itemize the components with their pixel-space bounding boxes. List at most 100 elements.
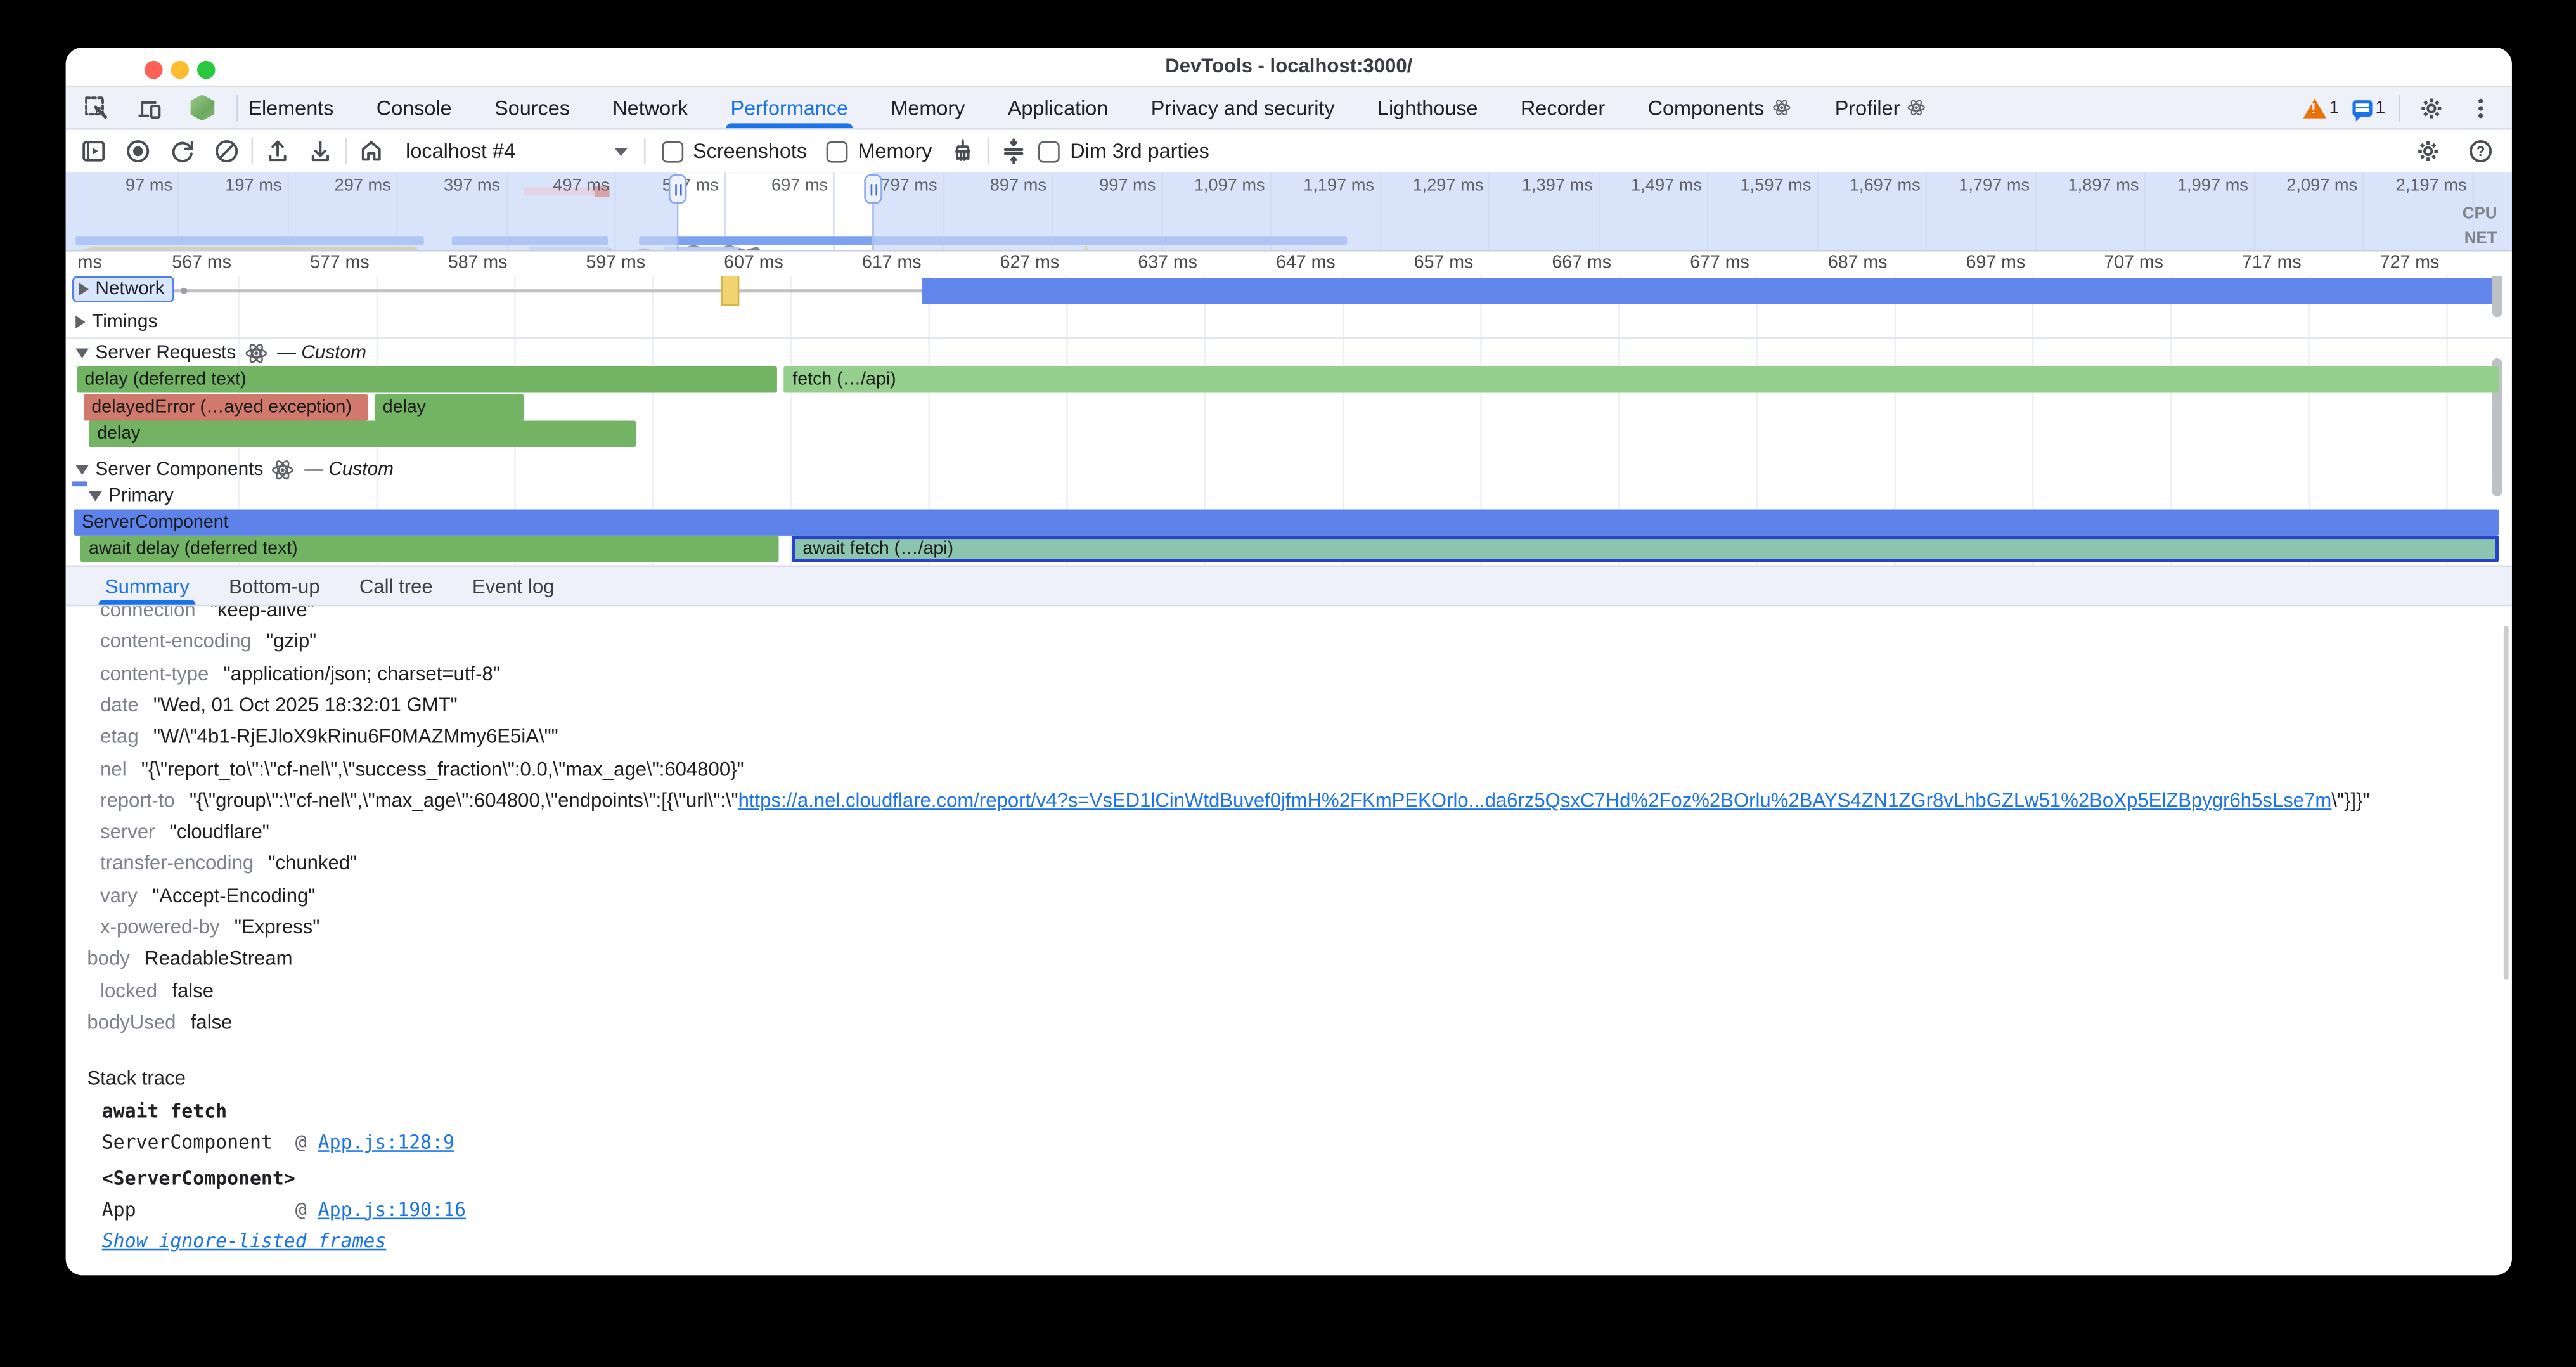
tab-profiler[interactable]: Profiler bbox=[1813, 87, 1949, 128]
flame-event[interactable]: ServerComponent bbox=[74, 509, 2499, 534]
details-tabbar: SummaryBottom-upCall treeEvent log bbox=[66, 566, 2512, 607]
tab-components[interactable]: Components bbox=[1626, 87, 1813, 128]
extension-icon[interactable] bbox=[184, 89, 220, 126]
tab-label: Performance bbox=[731, 96, 848, 119]
stack-frame-heading: await fetch bbox=[102, 1099, 227, 1122]
report-endpoint-link[interactable]: https://a.nel.cloudflare.com/report/v4?s… bbox=[738, 789, 2332, 812]
flame-scrollbar-thumb[interactable] bbox=[2492, 276, 2502, 317]
device-toolbar-icon[interactable] bbox=[131, 89, 167, 126]
flame-event[interactable]: delayedError (…ayed exception) bbox=[83, 394, 367, 420]
show-ignore-listed-frames-link[interactable]: Show ignore-listed frames bbox=[102, 1229, 387, 1252]
ruler-tick-label: 677 ms bbox=[1690, 253, 1756, 273]
tab-sources[interactable]: Sources bbox=[473, 87, 591, 128]
flame-event[interactable]: delay bbox=[89, 421, 635, 447]
server-requests-track-header[interactable]: Server Requests — Custom bbox=[75, 340, 366, 365]
selection-handle-line bbox=[677, 200, 679, 250]
header-key: vary bbox=[100, 884, 138, 907]
header-value: ReadableStream bbox=[145, 947, 292, 970]
settings-gear-icon[interactable] bbox=[2413, 89, 2449, 126]
header-key: content-encoding bbox=[100, 630, 252, 652]
selection-handle-left[interactable] bbox=[669, 174, 688, 204]
ruler-tick-label: 577 ms bbox=[310, 253, 376, 273]
tab-lighthouse[interactable]: Lighthouse bbox=[1356, 87, 1499, 128]
tab-memory[interactable]: Memory bbox=[870, 87, 986, 128]
react-atom-icon bbox=[1771, 97, 1793, 119]
inspect-element-icon[interactable] bbox=[79, 89, 115, 126]
warnings-badge[interactable]: 1 bbox=[2303, 98, 2339, 117]
screenshots-checkbox[interactable] bbox=[662, 141, 683, 162]
ruler-tick-label: 657 ms bbox=[1414, 253, 1480, 273]
frame-source-link[interactable]: App.js:190:16 bbox=[318, 1197, 466, 1220]
garbage-collect-icon[interactable] bbox=[945, 133, 981, 169]
primary-group-header[interactable]: Primary bbox=[89, 485, 174, 508]
record-and-reload-icon[interactable] bbox=[164, 133, 200, 169]
tab-elements[interactable]: Elements bbox=[227, 87, 355, 128]
overview-tick-label: 1,797 ms bbox=[1959, 176, 2035, 195]
collapse-tracks-icon[interactable] bbox=[996, 133, 1033, 169]
kebab-menu-icon[interactable] bbox=[2463, 89, 2499, 126]
titlebar: DevTools - localhost:3000/ bbox=[66, 48, 2512, 87]
dim-3rd-parties-checkbox[interactable] bbox=[1039, 141, 1060, 162]
memory-checkbox[interactable] bbox=[827, 141, 848, 162]
flame-event[interactable]: delay bbox=[375, 394, 524, 420]
stack-frame[interactable]: ServerComponent @ App.js:128:9 bbox=[102, 1131, 454, 1153]
tab-recorder[interactable]: Recorder bbox=[1499, 87, 1626, 128]
summary-scrollbar-thumb[interactable] bbox=[2504, 626, 2509, 979]
header-value: "cloudflare" bbox=[170, 820, 269, 843]
details-tab-bottom-up[interactable]: Bottom-up bbox=[209, 567, 340, 605]
expand-arrow-icon bbox=[79, 283, 89, 296]
tab-network[interactable]: Network bbox=[591, 87, 709, 128]
details-tab-summary[interactable]: Summary bbox=[86, 567, 209, 605]
toggle-sidebar-icon[interactable] bbox=[75, 133, 112, 169]
timings-track-label: Timings bbox=[92, 312, 157, 332]
live-metrics-home-icon[interactable] bbox=[353, 133, 389, 169]
selection-handle-right[interactable] bbox=[865, 174, 883, 204]
frame-function-name: ServerComponent bbox=[102, 1131, 284, 1153]
network-track[interactable]: Network bbox=[66, 276, 2512, 306]
grip-icon bbox=[875, 183, 878, 195]
tab-console[interactable]: Console bbox=[355, 87, 473, 128]
server-components-track-header[interactable]: Server Components — Custom bbox=[75, 457, 394, 482]
timing-marker[interactable] bbox=[721, 276, 738, 306]
record-icon[interactable] bbox=[120, 133, 156, 169]
flame-chart: Network Timings Server Requests — Custom bbox=[66, 276, 2512, 565]
issues-count: 1 bbox=[2375, 98, 2385, 117]
flame-event[interactable]: delay (deferred text) bbox=[77, 366, 778, 392]
details-tab-call-tree[interactable]: Call tree bbox=[340, 567, 453, 605]
tab-performance[interactable]: Performance bbox=[709, 87, 870, 128]
flame-event[interactable]: fetch (…/api) bbox=[784, 366, 2499, 392]
network-request-waiting-bar[interactable] bbox=[150, 288, 921, 292]
ruler-tick-label: 707 ms bbox=[2104, 253, 2170, 273]
tab-privacy-and-security[interactable]: Privacy and security bbox=[1130, 87, 1356, 128]
tab-label: Application bbox=[1008, 96, 1109, 119]
header-value: "application/json; charset=utf-8" bbox=[224, 661, 500, 684]
header-row: bodyUsedfalse bbox=[66, 1007, 2496, 1039]
ruler-tick-label: 567 ms bbox=[172, 253, 238, 273]
overview-tick-label: 797 ms bbox=[880, 176, 942, 195]
history-dropdown[interactable]: localhost #4 bbox=[406, 139, 627, 162]
stack-frame[interactable]: App @ App.js:190:16 bbox=[102, 1197, 466, 1220]
collapse-arrow-icon bbox=[75, 347, 89, 358]
timings-track-header[interactable]: Timings bbox=[75, 309, 157, 335]
tab-label: Profiler bbox=[1835, 96, 1900, 119]
network-track-header[interactable]: Network bbox=[72, 276, 174, 302]
divider bbox=[2399, 94, 2400, 120]
timeline-overview[interactable]: 97 ms197 ms297 ms397 ms497 ms597 ms697 m… bbox=[66, 172, 2512, 251]
upload-profile-icon[interactable] bbox=[260, 133, 296, 169]
frame-source-link[interactable]: App.js:128:9 bbox=[318, 1131, 454, 1153]
issues-badge[interactable]: 1 bbox=[2352, 98, 2385, 117]
clear-icon[interactable] bbox=[209, 133, 245, 169]
network-request-bar[interactable] bbox=[921, 278, 2498, 304]
divider bbox=[345, 138, 347, 164]
tab-application[interactable]: Application bbox=[986, 87, 1130, 128]
download-profile-icon[interactable] bbox=[302, 133, 338, 169]
details-tab-event-log[interactable]: Event log bbox=[453, 567, 574, 605]
tab-label: Privacy and security bbox=[1151, 96, 1335, 119]
panel-settings-gear-icon[interactable] bbox=[2410, 133, 2446, 169]
show-ignore-listed-link[interactable]: Show ignore-listed frames bbox=[102, 1229, 387, 1252]
flame-event[interactable]: await fetch (…/api) bbox=[791, 536, 2499, 562]
warning-count: 1 bbox=[2329, 98, 2340, 117]
flame-event[interactable]: await delay (deferred text) bbox=[80, 536, 779, 562]
help-icon[interactable]: ? bbox=[2463, 133, 2499, 169]
header-row: x-powered-by"Express" bbox=[66, 912, 2496, 943]
